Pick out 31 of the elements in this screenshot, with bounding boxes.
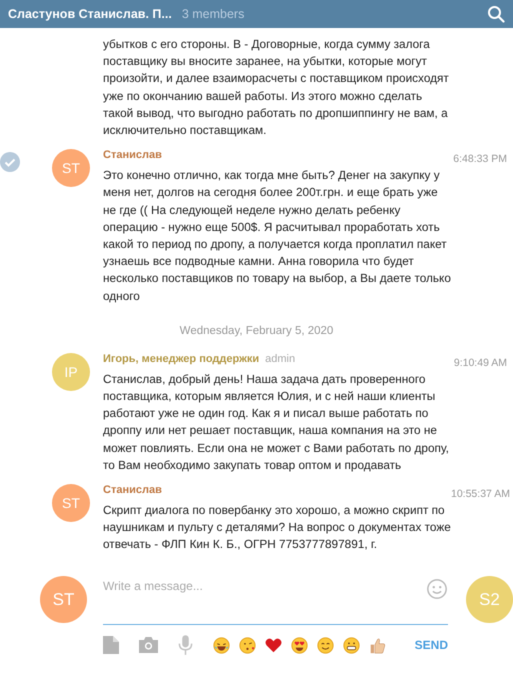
kissing-emoji-icon[interactable] xyxy=(239,636,256,654)
laughing-emoji-icon[interactable] xyxy=(213,636,230,654)
sender-name[interactable]: Станислав xyxy=(103,484,162,496)
admin-label: admin xyxy=(265,352,296,365)
user-avatar[interactable]: ST xyxy=(40,576,87,623)
message-time: 10:55:37 AM xyxy=(451,488,510,500)
members-count[interactable]: 3 members xyxy=(182,7,477,21)
search-icon[interactable] xyxy=(487,5,505,23)
message-text: убытков с его стороны. В - Договорные, когда сумму залога поставщику вы вносите заранее, на убытки, которые могут произойти, и далее взаиморасчеты с поставщиком происходят уже по окончанию вашей работы. Из этого можно сделать такой вывод, что выгодно работать по дропшиппингу не вам, а исключительно поставщикам. xyxy=(103,36,450,140)
peer-avatar[interactable]: S2 xyxy=(466,576,513,623)
message-time: 9:10:49 AM xyxy=(454,356,507,369)
chat-title[interactable]: Сластунов Станислав. П... xyxy=(8,7,172,21)
message-text: Это конечно отлично, как тогда мне быть? Денег на закупку у меня нет, долгов на сегодня более 200т.грн. и еще брать уже не где (( На следующей неделе нужно делать ребенку операцию - нужно еще 500$. Я расчитывал проработать хоть какой то период по дропу, а получается когда проплатил пакет узнаешь все подводные камни. Анна говорила что будет несколько поставщиков по товару на выбор, а Вы даете только одного xyxy=(103,167,451,305)
date-separator: Wednesday, February 5, 2020 xyxy=(180,324,334,337)
smiling-emoji-icon[interactable] xyxy=(317,636,334,654)
camera-icon[interactable] xyxy=(139,637,158,653)
message-text: Станислав, добрый день! Наша задача дать проверенного поставщика, которым является Юлия, и с ней наши клиенты работают уже не один год. Как я и писал выше работать по дроппу или нет решает поставщик, наша компания на это не может повлиять. Если она не может с Вами работать по дропу, то Вам необходимо закупать товар оптом и продавать xyxy=(103,370,450,474)
heart-icon[interactable] xyxy=(265,636,282,654)
user-avatar[interactable]: ST xyxy=(52,484,90,522)
file-icon[interactable] xyxy=(103,636,119,654)
user-avatar[interactable]: IP xyxy=(52,352,90,391)
thumbs-up-icon[interactable] xyxy=(369,636,386,654)
grinning-emoji-icon[interactable] xyxy=(343,636,360,654)
heart-eyes-emoji-icon[interactable] xyxy=(291,636,308,654)
message-text: Скрипт диалога по повербанку это хорошо, а можно скрипт по наушникам и пульту с деталями? На вопрос о документах тоже отвечать - ФЛП Кин К. Б., ОГРН 7753777897891, г. xyxy=(103,502,451,554)
message-time: 6:48:33 PM xyxy=(453,153,507,166)
sender-name[interactable]: Игорь, менеджер поддержки xyxy=(103,352,260,365)
send-button[interactable]: SEND xyxy=(414,638,448,652)
sender-name[interactable]: Станислав xyxy=(103,149,162,162)
selected-check-icon[interactable] xyxy=(0,152,20,172)
user-avatar[interactable]: ST xyxy=(52,149,90,188)
